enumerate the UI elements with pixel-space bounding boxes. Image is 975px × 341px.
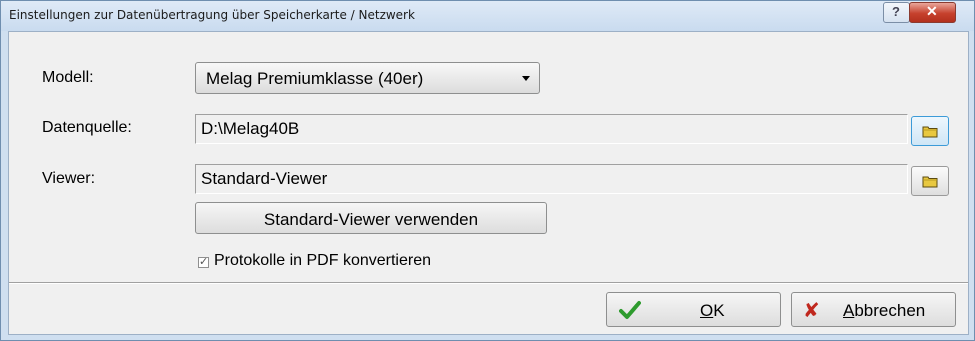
checkmark-icon: [619, 301, 641, 319]
close-icon: ✕: [926, 3, 938, 19]
source-label: Datenquelle:: [42, 119, 132, 136]
chevron-down-icon: [522, 76, 530, 81]
model-dropdown[interactable]: Melag Premiumklasse (40er): [195, 62, 540, 94]
source-field-value: D:\Melag40B: [201, 119, 300, 138]
viewer-label: Viewer:: [42, 170, 96, 187]
help-button[interactable]: ?: [883, 2, 910, 23]
dialog-body: Modell: Melag Premiumklasse (40er) Daten…: [8, 31, 969, 335]
browse-viewer-button[interactable]: [911, 166, 949, 196]
checkbox-checked-icon: ✓: [199, 256, 209, 268]
window-title: Einstellungen zur Datenübertragung über …: [9, 8, 415, 22]
folder-icon: [922, 176, 938, 188]
browse-source-button[interactable]: [911, 116, 949, 146]
use-standard-viewer-button[interactable]: Standard-Viewer verwenden: [195, 202, 547, 234]
settings-dialog: Einstellungen zur Datenübertragung über …: [0, 0, 975, 341]
cancel-button[interactable]: ✘ Abbrechen: [791, 292, 956, 327]
ok-button-label: OK: [700, 301, 725, 320]
folder-icon: [922, 126, 938, 138]
title-bar[interactable]: Einstellungen zur Datenübertragung über …: [1, 1, 974, 31]
footer-divider: [9, 282, 968, 284]
model-label: Modell:: [42, 69, 94, 86]
cancel-button-label: Abbrechen: [843, 301, 926, 320]
close-button[interactable]: ✕: [909, 2, 956, 23]
viewer-field[interactable]: Standard-Viewer: [195, 164, 908, 194]
convert-pdf-label[interactable]: Protokolle in PDF konvertieren: [214, 252, 431, 270]
source-field[interactable]: D:\Melag40B: [195, 114, 908, 144]
model-dropdown-value: Melag Premiumklasse (40er): [206, 69, 424, 88]
use-standard-viewer-label: Standard-Viewer verwenden: [263, 210, 479, 229]
viewer-field-value: Standard-Viewer: [201, 169, 328, 188]
convert-pdf-checkbox[interactable]: ✓: [198, 256, 209, 268]
help-icon: ?: [892, 4, 900, 19]
red-x-icon: ✘: [803, 298, 820, 322]
ok-button[interactable]: OK: [606, 292, 781, 327]
